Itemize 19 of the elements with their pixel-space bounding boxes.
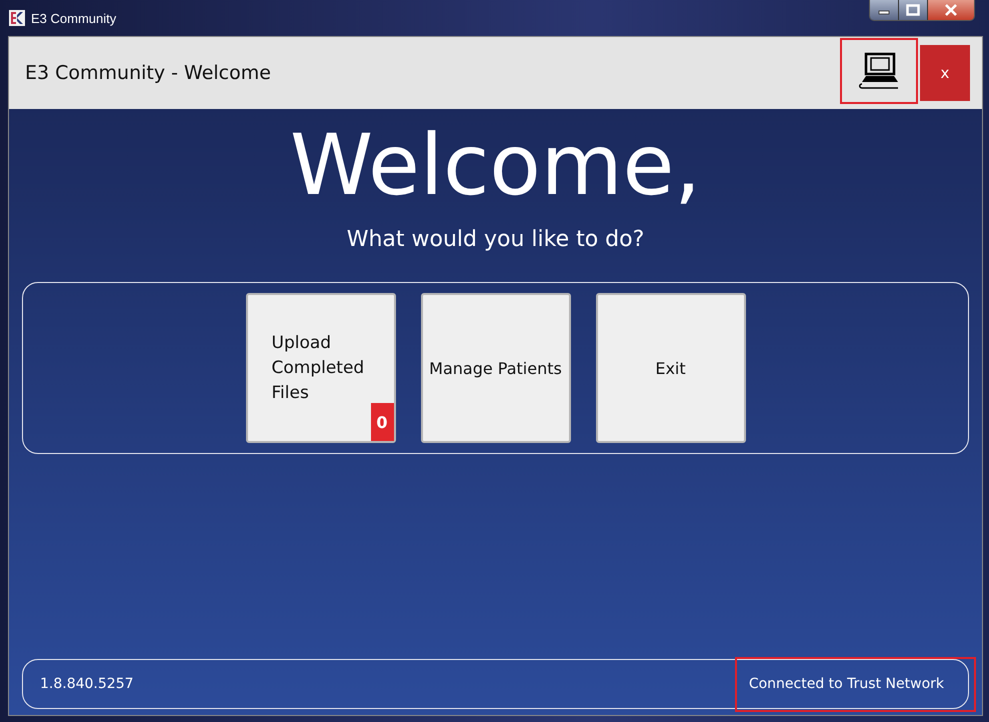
computer-button[interactable] <box>840 38 918 104</box>
window-title: E3 Community <box>31 10 116 26</box>
subtitle: What would you like to do? <box>346 227 644 252</box>
maximize-icon <box>906 4 920 16</box>
version-text: 1.8.840.5257 <box>40 676 134 692</box>
action-button[interactable]: Exit <box>596 293 746 443</box>
count-badge: 0 <box>370 403 394 441</box>
close-page-button[interactable]: x <box>920 45 970 101</box>
computer-icon <box>858 52 900 90</box>
maximize-button[interactable] <box>899 0 928 20</box>
connection-status: Connected to Trust Network <box>734 656 976 712</box>
app-logo-icon <box>9 10 25 26</box>
close-icon <box>944 4 958 16</box>
welcome-heading: Welcome, <box>290 115 701 215</box>
page-title: E3 Community - Welcome <box>25 62 272 84</box>
action-button[interactable]: Manage Patients <box>420 293 570 443</box>
close-button[interactable] <box>928 0 974 20</box>
action-button[interactable]: Upload Completed Files 0 <box>246 293 396 443</box>
minimize-button[interactable] <box>870 0 899 20</box>
